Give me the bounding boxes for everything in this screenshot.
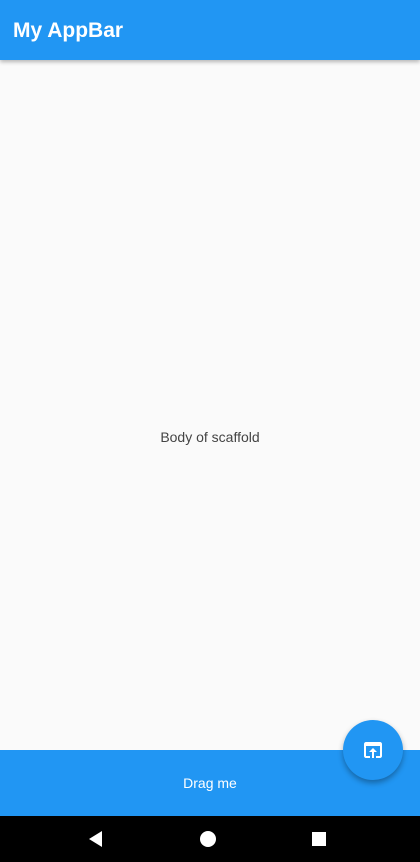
app-bar-title: My AppBar — [13, 19, 124, 42]
nav-recents-button[interactable] — [296, 816, 342, 862]
app-screen: My AppBar Body of scaffold Drag me — [0, 0, 420, 862]
scaffold-body: Body of scaffold — [0, 60, 420, 750]
app-bar: My AppBar — [0, 0, 420, 60]
open-in-browser-icon — [364, 742, 382, 758]
floating-action-button[interactable] — [343, 720, 403, 780]
body-text: Body of scaffold — [160, 429, 260, 445]
recents-square-icon — [312, 832, 326, 846]
system-navigation-bar — [0, 816, 420, 862]
back-triangle-icon — [89, 831, 102, 847]
home-circle-icon — [200, 831, 216, 847]
nav-home-button[interactable] — [185, 816, 231, 862]
nav-back-button[interactable] — [73, 816, 119, 862]
bottom-sheet-label: Drag me — [183, 775, 237, 791]
